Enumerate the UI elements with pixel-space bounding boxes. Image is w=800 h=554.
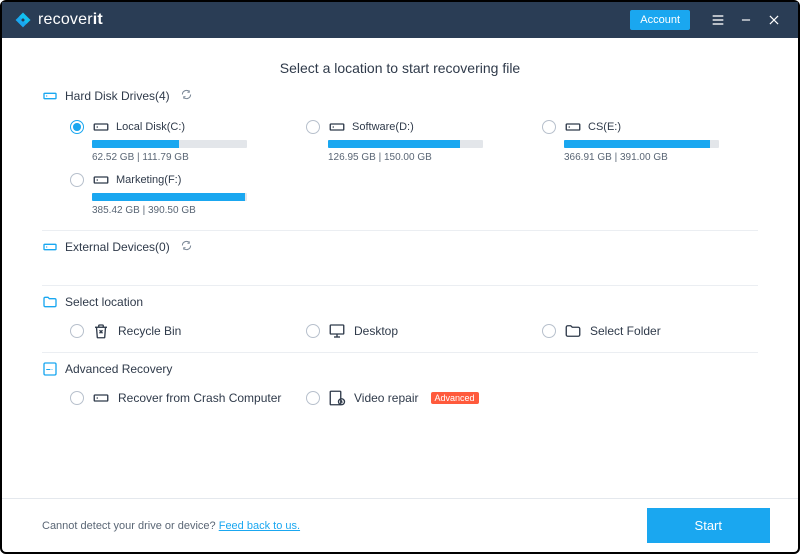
drive-option[interactable]: Software(D:) 126.95 GB | 150.00 GB bbox=[306, 118, 522, 163]
drive-radio[interactable] bbox=[306, 120, 320, 134]
drive-size: 62.52 GB | 111.79 GB bbox=[92, 152, 247, 163]
location-name: Desktop bbox=[354, 324, 398, 338]
section-select-location: Select location bbox=[42, 294, 758, 310]
page-title: Select a location to start recovering fi… bbox=[42, 60, 758, 76]
location-option[interactable]: Recycle Bin bbox=[70, 322, 286, 340]
usage-bar bbox=[92, 193, 247, 201]
video-repair-icon bbox=[328, 389, 346, 407]
refresh-icon[interactable] bbox=[181, 240, 192, 254]
advanced-section-icon bbox=[42, 361, 58, 377]
advanced-radio[interactable] bbox=[70, 391, 84, 405]
section-label: Hard Disk Drives(4) bbox=[65, 89, 170, 103]
content-area: Select a location to start recovering fi… bbox=[2, 38, 798, 498]
desktop-icon bbox=[328, 322, 346, 340]
section-label: Advanced Recovery bbox=[65, 362, 172, 376]
advanced-radio[interactable] bbox=[306, 391, 320, 405]
section-advanced-recovery: Advanced Recovery bbox=[42, 361, 758, 377]
logo-icon bbox=[14, 11, 32, 29]
drive-size: 385.42 GB | 390.50 GB bbox=[92, 205, 247, 216]
usage-bar bbox=[328, 140, 483, 148]
location-radio[interactable] bbox=[306, 324, 320, 338]
footer-text: Cannot detect your drive or device? Feed… bbox=[42, 520, 300, 532]
app-logo: recoverit bbox=[14, 11, 103, 29]
drive-size: 126.95 GB | 150.00 GB bbox=[328, 152, 483, 163]
drive-name: Local Disk(C:) bbox=[116, 121, 185, 133]
app-name: recoverit bbox=[38, 11, 103, 29]
advanced-name: Recover from Crash Computer bbox=[118, 391, 281, 405]
drive-name: Software(D:) bbox=[352, 121, 414, 133]
advanced-name: Video repair bbox=[354, 391, 419, 405]
feedback-link[interactable]: Feed back to us. bbox=[219, 520, 300, 532]
advanced-option[interactable]: Video repair Advanced bbox=[306, 389, 522, 407]
drive-size: 366.91 GB | 391.00 GB bbox=[564, 152, 719, 163]
drive-icon bbox=[92, 171, 110, 189]
divider bbox=[42, 352, 758, 353]
divider bbox=[42, 285, 758, 286]
footer: Cannot detect your drive or device? Feed… bbox=[2, 498, 798, 552]
location-radio[interactable] bbox=[70, 324, 84, 338]
advanced-option[interactable]: Recover from Crash Computer bbox=[70, 389, 286, 407]
close-icon[interactable] bbox=[762, 8, 786, 32]
section-label: Select location bbox=[65, 295, 143, 309]
drive-icon bbox=[92, 389, 110, 407]
location-option[interactable]: Desktop bbox=[306, 322, 522, 340]
titlebar: recoverit Account bbox=[2, 2, 798, 38]
drive-option[interactable]: Local Disk(C:) 62.52 GB | 111.79 GB bbox=[70, 118, 286, 163]
drive-radio[interactable] bbox=[70, 120, 84, 134]
location-name: Recycle Bin bbox=[118, 324, 181, 338]
folder-icon bbox=[564, 322, 582, 340]
recycle-bin-icon bbox=[92, 322, 110, 340]
drive-radio[interactable] bbox=[542, 120, 556, 134]
drive-section-icon bbox=[42, 88, 58, 104]
usage-bar bbox=[92, 140, 247, 148]
location-radio[interactable] bbox=[542, 324, 556, 338]
refresh-icon[interactable] bbox=[181, 89, 192, 103]
drive-icon bbox=[92, 118, 110, 136]
account-button[interactable]: Account bbox=[630, 10, 690, 30]
advanced-badge: Advanced bbox=[431, 392, 479, 404]
drive-radio[interactable] bbox=[70, 173, 84, 187]
section-label: External Devices(0) bbox=[65, 240, 170, 254]
location-option[interactable]: Select Folder bbox=[542, 322, 758, 340]
start-button[interactable]: Start bbox=[647, 508, 770, 543]
drive-name: CS(E:) bbox=[588, 121, 621, 133]
location-name: Select Folder bbox=[590, 324, 661, 338]
drive-name: Marketing(F:) bbox=[116, 174, 181, 186]
section-hard-disk-drives: Hard Disk Drives(4) bbox=[42, 88, 758, 104]
drive-option[interactable]: Marketing(F:) 385.42 GB | 390.50 GB bbox=[70, 171, 286, 216]
drive-icon bbox=[564, 118, 582, 136]
folder-section-icon bbox=[42, 294, 58, 310]
minimize-icon[interactable] bbox=[734, 8, 758, 32]
menu-icon[interactable] bbox=[706, 8, 730, 32]
usage-bar bbox=[564, 140, 719, 148]
drive-icon bbox=[328, 118, 346, 136]
external-section-icon bbox=[42, 239, 58, 255]
divider bbox=[42, 230, 758, 231]
drive-option[interactable]: CS(E:) 366.91 GB | 391.00 GB bbox=[542, 118, 758, 163]
section-external-devices: External Devices(0) bbox=[42, 239, 758, 255]
